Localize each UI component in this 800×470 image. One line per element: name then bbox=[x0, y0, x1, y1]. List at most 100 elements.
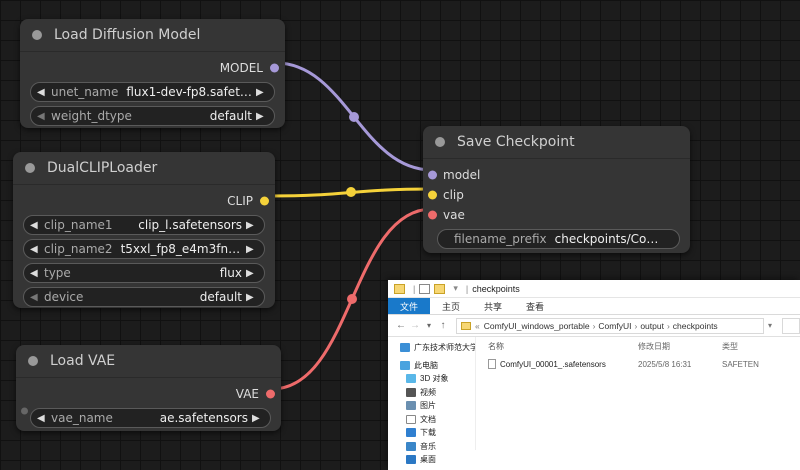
file-explorer-window[interactable]: | ▾ | checkpoints 文件 主页 共享 查看 ← → ▾ ↑ « … bbox=[388, 280, 800, 470]
sidebar-item-this-pc[interactable]: 此电脑 bbox=[388, 359, 475, 373]
widget-value: default bbox=[209, 109, 252, 123]
arrow-right-icon[interactable]: ▶ bbox=[246, 244, 258, 255]
clip-output-slot-icon[interactable] bbox=[260, 196, 269, 206]
clip-input-slot-icon[interactable] bbox=[428, 190, 437, 200]
up-icon[interactable]: ↑ bbox=[436, 320, 450, 331]
node-title-bar[interactable]: Load Diffusion Model bbox=[20, 19, 285, 51]
node-title: Load VAE bbox=[50, 353, 116, 369]
sidebar-item-label: 文档 bbox=[420, 414, 436, 424]
breadcrumb-item[interactable]: ComfyUI bbox=[598, 321, 631, 331]
back-icon[interactable]: ← bbox=[394, 320, 408, 331]
arrow-left-icon[interactable]: ◀ bbox=[30, 292, 42, 303]
address-bar[interactable]: « ComfyUI_windows_portable › ComfyUI › o… bbox=[456, 317, 764, 334]
breadcrumb-item[interactable]: checkpoints bbox=[673, 321, 718, 331]
widget-value: default bbox=[199, 290, 242, 304]
vae-name-widget[interactable]: ◀ vae_name ae.safetensors ▶ bbox=[30, 408, 271, 428]
collapse-dot-icon[interactable] bbox=[28, 356, 38, 366]
divider: | bbox=[465, 283, 469, 294]
load-vae-node[interactable]: Load VAE VAE ◀ vae_name ae.safetensors ▶ bbox=[16, 345, 281, 431]
desktop-icon bbox=[406, 455, 416, 465]
arrow-left-icon[interactable]: ◀ bbox=[37, 87, 49, 98]
clip-input-row: clip bbox=[423, 185, 690, 205]
image-icon bbox=[406, 401, 416, 411]
column-type-header[interactable]: 类型 bbox=[722, 341, 782, 352]
sidebar-item-downloads[interactable]: 下载 bbox=[388, 426, 475, 440]
arrow-left-icon[interactable]: ◀ bbox=[30, 268, 42, 279]
chevron-right-icon: › bbox=[592, 320, 596, 331]
widget-value: checkpoints/ComfyUI bbox=[554, 232, 667, 246]
arrow-right-icon[interactable]: ▶ bbox=[246, 268, 258, 279]
pc-icon bbox=[400, 360, 410, 370]
forward-icon[interactable]: → bbox=[408, 320, 422, 331]
vae-wire-midpoint[interactable] bbox=[347, 294, 357, 304]
node-title-bar[interactable]: Load VAE bbox=[16, 345, 281, 377]
breadcrumb-prefix[interactable]: « bbox=[475, 321, 480, 331]
output-row: MODEL bbox=[20, 58, 285, 78]
dual-clip-loader-node[interactable]: DualCLIPLoader CLIP ◀ clip_name1 clip_l.… bbox=[13, 152, 275, 308]
arrow-left-icon[interactable]: ◀ bbox=[37, 111, 49, 122]
widget-input-slot-icon[interactable] bbox=[21, 407, 28, 415]
vae-input-slot-icon[interactable] bbox=[428, 210, 437, 220]
cloud-icon bbox=[400, 343, 410, 353]
widget-value: flux bbox=[219, 266, 242, 280]
properties-icon[interactable] bbox=[419, 283, 431, 294]
widget-label: weight_dtype bbox=[51, 109, 132, 123]
widget-value: ae.safetensors bbox=[159, 411, 248, 425]
arrow-left-icon[interactable]: ◀ bbox=[30, 244, 42, 255]
tab-share[interactable]: 共享 bbox=[472, 298, 514, 314]
filename-prefix-widget[interactable]: filename_prefix checkpoints/ComfyUI bbox=[437, 229, 680, 249]
save-checkpoint-node[interactable]: Save Checkpoint model clip vae filename_… bbox=[423, 126, 690, 253]
unet-name-widget[interactable]: ◀ unet_name flux1-dev-fp8.safete… ▶ bbox=[30, 82, 275, 102]
tab-home[interactable]: 主页 bbox=[430, 298, 472, 314]
model-output-slot-icon[interactable] bbox=[270, 63, 279, 73]
breadcrumb-item[interactable]: ComfyUI_windows_portable bbox=[484, 321, 590, 331]
file-row[interactable]: ComfyUI_00001_.safetensors 2025/5/8 16:3… bbox=[488, 355, 800, 373]
search-box[interactable] bbox=[782, 317, 800, 334]
sidebar-item-music[interactable]: 音乐 bbox=[388, 440, 475, 454]
breadcrumb-item[interactable]: output bbox=[640, 321, 664, 331]
sidebar-item-pictures[interactable]: 图片 bbox=[388, 399, 475, 413]
widget-label: clip_name2 bbox=[44, 242, 113, 256]
clip-wire-midpoint[interactable] bbox=[346, 187, 356, 197]
tab-file[interactable]: 文件 bbox=[388, 298, 431, 314]
sidebar-item-3d-objects[interactable]: 3D 对象 bbox=[388, 372, 475, 386]
load-diffusion-model-node[interactable]: Load Diffusion Model MODEL ◀ unet_name f… bbox=[20, 19, 285, 128]
collapse-dot-icon[interactable] bbox=[25, 163, 35, 173]
column-date-header[interactable]: 修改日期 bbox=[638, 341, 722, 352]
output-label: CLIP bbox=[227, 194, 253, 208]
recent-dropdown-icon[interactable]: ▾ bbox=[422, 321, 436, 330]
tab-view[interactable]: 查看 bbox=[514, 298, 556, 314]
quick-access-dropdown-icon[interactable]: ▾ bbox=[453, 283, 458, 294]
arrow-right-icon[interactable]: ▶ bbox=[256, 111, 268, 122]
collapse-dot-icon[interactable] bbox=[435, 137, 445, 147]
column-name-header[interactable]: 名称 bbox=[488, 341, 638, 352]
arrow-left-icon[interactable]: ◀ bbox=[30, 220, 42, 231]
model-input-slot-icon[interactable] bbox=[428, 170, 437, 180]
explorer-titlebar[interactable]: | ▾ | checkpoints bbox=[388, 280, 800, 298]
arrow-right-icon[interactable]: ▶ bbox=[246, 292, 258, 303]
file-list: 名称 修改日期 类型 ComfyUI_00001_.safetensors 20… bbox=[476, 337, 800, 450]
sidebar-item-desktop[interactable]: 桌面 bbox=[388, 453, 475, 467]
sidebar-item-cloud[interactable]: 广东技术师范大学 bbox=[388, 341, 475, 355]
collapse-dot-icon[interactable] bbox=[32, 30, 42, 40]
arrow-right-icon[interactable]: ▶ bbox=[252, 413, 264, 424]
vae-output-slot-icon[interactable] bbox=[266, 389, 275, 399]
sidebar-item-label: 音乐 bbox=[420, 441, 436, 451]
device-widget[interactable]: ◀ device default ▶ bbox=[23, 287, 265, 307]
clip-name2-widget[interactable]: ◀ clip_name2 t5xxl_fp8_e4m3fn.s… ▶ bbox=[23, 239, 265, 259]
weight-dtype-widget[interactable]: ◀ weight_dtype default ▶ bbox=[30, 106, 275, 126]
sidebar-item-videos[interactable]: 视频 bbox=[388, 386, 475, 400]
arrow-left-icon[interactable]: ◀ bbox=[37, 413, 49, 424]
clip-name1-widget[interactable]: ◀ clip_name1 clip_l.safetensors ▶ bbox=[23, 215, 265, 235]
sidebar-item-documents[interactable]: 文档 bbox=[388, 413, 475, 427]
node-title-bar[interactable]: Save Checkpoint bbox=[423, 126, 690, 158]
arrow-right-icon[interactable]: ▶ bbox=[246, 220, 258, 231]
node-title-bar[interactable]: DualCLIPLoader bbox=[13, 152, 275, 184]
new-folder-icon[interactable] bbox=[434, 283, 446, 294]
arrow-right-icon[interactable]: ▶ bbox=[256, 87, 268, 98]
model-wire-midpoint[interactable] bbox=[349, 112, 359, 122]
divider: | bbox=[413, 283, 416, 294]
address-dropdown-icon[interactable]: ▾ bbox=[764, 321, 776, 330]
type-widget[interactable]: ◀ type flux ▶ bbox=[23, 263, 265, 283]
node-title: Save Checkpoint bbox=[457, 134, 575, 150]
